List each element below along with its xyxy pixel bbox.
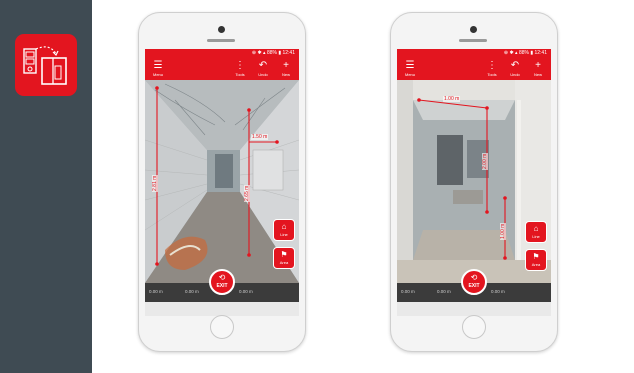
earpiece xyxy=(207,39,235,42)
phone-screen-1: ⊕ ✱ ▴ 88% ▮ 12:41 ☰ Menu ⋮ Tools ↶ Undo … xyxy=(145,49,299,316)
status-bar: ⊕ ✱ ▴ 88% ▮ 12:41 xyxy=(145,49,299,58)
home-button[interactable] xyxy=(462,315,486,339)
measurement-label-top: 1.00 m xyxy=(443,96,461,102)
tools-icon: ⋮ xyxy=(235,60,245,71)
exit-label: EXIT xyxy=(468,283,480,289)
measurement-label-horizontal: 1.50 m xyxy=(251,134,269,140)
measurement-value-1: 0.00 m xyxy=(149,289,163,294)
area-tool-label: Area xyxy=(531,262,541,267)
tools-label: Tools xyxy=(235,72,245,77)
area-tool-button[interactable]: ⚑ Area xyxy=(525,249,547,271)
sidebar xyxy=(0,0,92,373)
phone-mockup-1: ⊕ ✱ ▴ 88% ▮ 12:41 ☰ Menu ⋮ Tools ↶ Undo … xyxy=(138,12,306,352)
front-camera xyxy=(218,26,225,33)
line-tool-icon: ⌂ xyxy=(533,224,539,233)
measurement-label-vertical-upper: 2.00 m xyxy=(482,152,488,170)
measurement-label-vertical-lower: 1.00 m xyxy=(500,222,506,240)
hamburger-icon: ☰ xyxy=(153,60,163,71)
phone-mockup-2: ⊕ ✱ ▴ 88% ▮ 12:41 ☰ Menu ⋮ Tools ↶ Undo … xyxy=(390,12,558,352)
new-button[interactable]: + New xyxy=(275,58,297,80)
measurement-value-2: 0.00 m xyxy=(185,289,199,294)
app-toolbar: ☰ Menu ⋮ Tools ↶ Undo + New xyxy=(397,58,551,80)
exit-icon: ⟲ xyxy=(218,273,226,282)
undo-icon: ↶ xyxy=(510,60,520,71)
flag-icon: ⚑ xyxy=(532,252,540,261)
measurement-value-1: 0.00 m xyxy=(401,289,415,294)
phone-screen-2: ⊕ ✱ ▴ 88% ▮ 12:41 ☰ Menu ⋮ Tools ↶ Undo … xyxy=(397,49,551,316)
menu-label: Menu xyxy=(152,72,163,77)
undo-icon: ↶ xyxy=(258,60,268,71)
menu-label: Menu xyxy=(404,72,415,77)
floor-plan-icon xyxy=(23,46,67,85)
exit-label: EXIT xyxy=(216,283,228,289)
tools-icon: ⋮ xyxy=(487,60,497,71)
floor-plan-app-icon[interactable] xyxy=(15,34,77,96)
status-bar: ⊕ ✱ ▴ 88% ▮ 12:41 xyxy=(397,49,551,58)
area-tool-label: Area xyxy=(279,260,289,265)
measurement-label-right: 2.65 m xyxy=(244,184,250,202)
undo-label: Undo xyxy=(258,72,268,77)
hamburger-icon: ☰ xyxy=(405,60,415,71)
line-tool-button[interactable]: ⌂ Line xyxy=(273,219,295,241)
screenshots-area: ⊕ ✱ ▴ 88% ▮ 12:41 ☰ Menu ⋮ Tools ↶ Undo … xyxy=(92,0,634,373)
line-tool-label: Line xyxy=(532,234,540,239)
earpiece xyxy=(459,39,487,42)
tools-button[interactable]: ⋮ Tools xyxy=(229,58,251,80)
flag-icon: ⚑ xyxy=(280,250,288,259)
new-button[interactable]: + New xyxy=(527,58,549,80)
exit-button[interactable]: ⟲ EXIT xyxy=(209,269,235,295)
home-button[interactable] xyxy=(210,315,234,339)
plus-icon: + xyxy=(535,60,541,71)
plus-icon: + xyxy=(283,60,289,71)
line-tool-label: Line xyxy=(280,232,288,237)
front-camera xyxy=(470,26,477,33)
status-text: ⊕ ✱ ▴ 88% ▮ 12:41 xyxy=(503,50,547,56)
measurement-label-left: 2.81 m xyxy=(152,174,158,192)
screen-footer xyxy=(145,302,299,316)
line-tool-icon: ⌂ xyxy=(281,222,287,231)
menu-button[interactable]: ☰ Menu xyxy=(147,58,169,80)
area-tool-button[interactable]: ⚑ Area xyxy=(273,247,295,269)
menu-button[interactable]: ☰ Menu xyxy=(399,58,421,80)
screen-footer xyxy=(397,302,551,316)
app-toolbar: ☰ Menu ⋮ Tools ↶ Undo + New xyxy=(145,58,299,80)
line-tool-button[interactable]: ⌂ Line xyxy=(525,221,547,243)
exit-icon: ⟲ xyxy=(470,273,478,282)
tools-label: Tools xyxy=(487,72,497,77)
undo-button[interactable]: ↶ Undo xyxy=(504,58,526,80)
new-label: New xyxy=(533,72,542,77)
status-text: ⊕ ✱ ▴ 88% ▮ 12:41 xyxy=(251,50,295,56)
undo-button[interactable]: ↶ Undo xyxy=(252,58,274,80)
new-label: New xyxy=(281,72,290,77)
measurement-value-2: 0.00 m xyxy=(437,289,451,294)
measurement-value-3: 0.00 m xyxy=(239,289,253,294)
exit-button[interactable]: ⟲ EXIT xyxy=(461,269,487,295)
measurement-value-3: 0.00 m xyxy=(491,289,505,294)
undo-label: Undo xyxy=(510,72,520,77)
tools-button[interactable]: ⋮ Tools xyxy=(481,58,503,80)
